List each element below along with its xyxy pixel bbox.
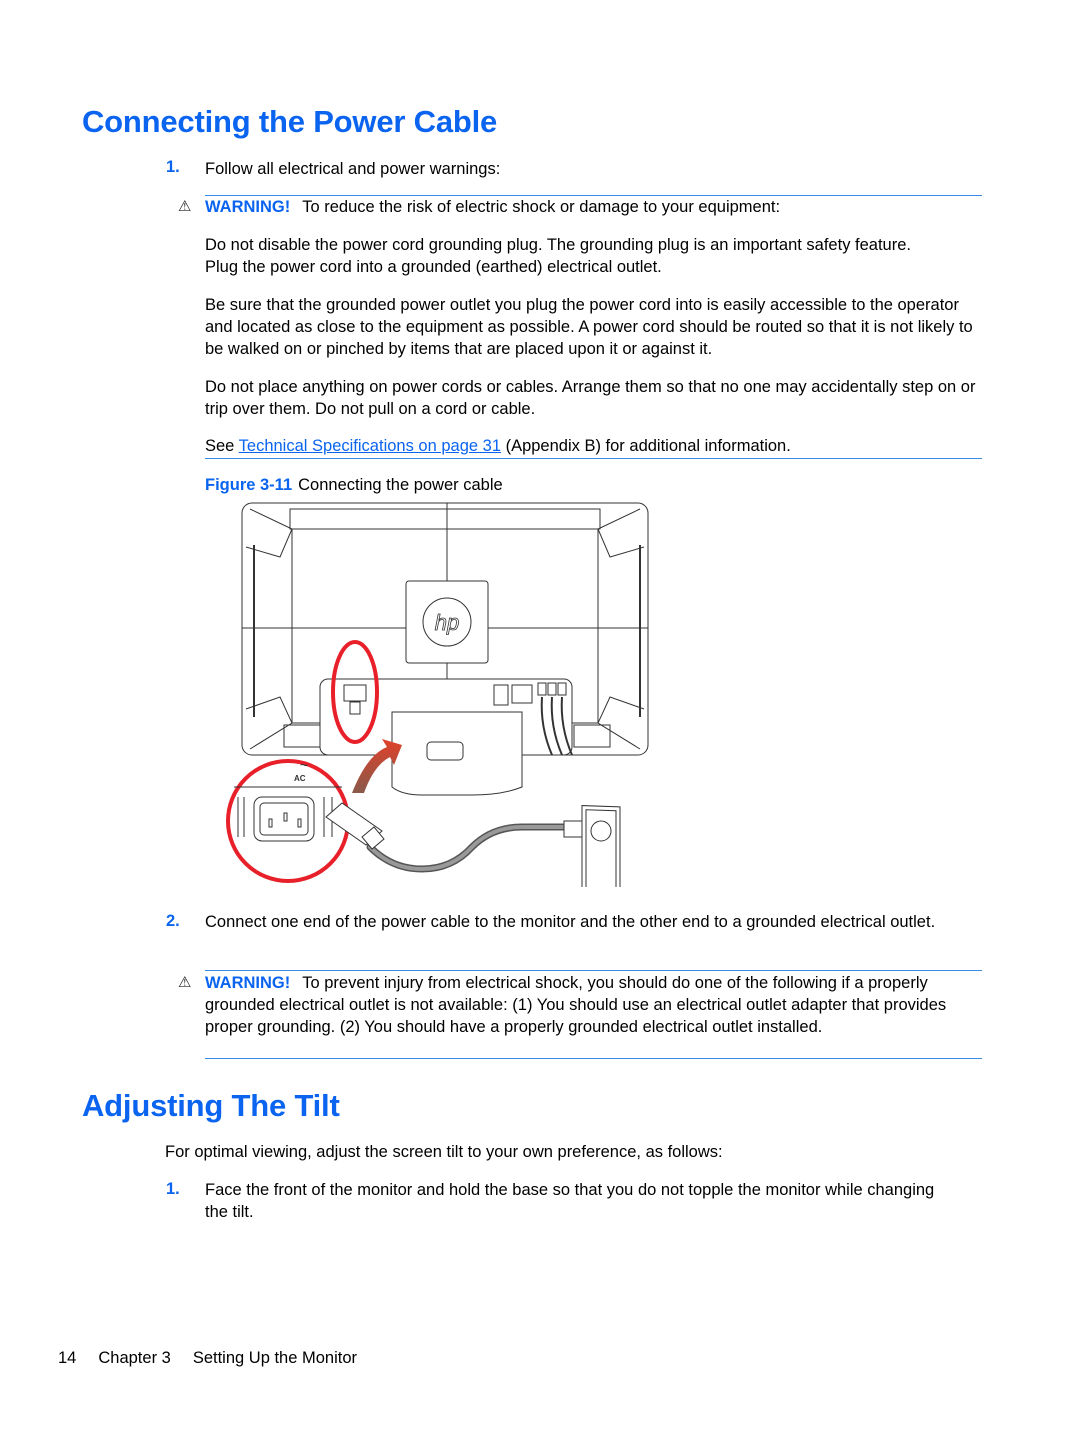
intro-text: For optimal viewing, adjust the screen t… (165, 1143, 723, 1161)
power-cable-figure: hp ~ AC (222, 497, 662, 896)
warning-paragraph: Be sure that the grounded power outlet y… (205, 296, 973, 358)
warning-top-rule (205, 970, 982, 971)
section-title-power-cable: Connecting the Power Cable (82, 104, 498, 139)
figure-caption-text: Connecting the power cable (298, 476, 503, 494)
chapter-label: Chapter 3 (98, 1349, 171, 1367)
warning-bottom-rule (205, 1058, 982, 1059)
top-vent (289, 508, 601, 530)
warning-triangle-icon: ⚠ (178, 974, 192, 991)
page-number: 14 (58, 1349, 77, 1367)
figure-label: Figure 3-11 (205, 476, 293, 494)
chapter-title: Setting Up the Monitor (192, 1349, 357, 1367)
warning-bottom-rule (205, 458, 982, 459)
section-title-adjusting-tilt: Adjusting The Tilt (82, 1088, 340, 1123)
step-number: 2. (166, 912, 180, 930)
step-text: Face the front of the monitor and hold t… (205, 1181, 935, 1221)
warning-text: WARNING! To prevent injury from electrica… (205, 972, 950, 1038)
warning-body: To prevent injury from electrical shock,… (205, 974, 947, 1036)
warning-heading: WARNING! To reduce the risk of electric s… (205, 196, 985, 218)
figure-caption: Figure 3-11 Connecting the power cable (205, 474, 985, 496)
see-also-text: See Technical Specifications on page 31 … (205, 435, 985, 457)
wall-outlet (563, 805, 621, 896)
warning-triangle-icon: ⚠ (178, 198, 192, 215)
step-number: 1. (166, 1180, 180, 1198)
step-number: 1. (166, 158, 180, 176)
see-suffix: (Appendix B) for additional information. (501, 437, 791, 455)
warning-label: WARNING! (205, 974, 291, 992)
warning-label: WARNING! (205, 198, 291, 216)
ac-label: AC (294, 774, 306, 783)
warning-paragraph: Do not disable the power cord grounding … (205, 236, 911, 276)
warning-intro: To reduce the risk of electric shock or … (302, 198, 781, 216)
hp-logo-text: hp (435, 610, 459, 635)
page-footer: 14 Chapter 3 Setting Up the Monitor (58, 1349, 379, 1368)
monitor-illustration: hp ~ AC (226, 502, 649, 896)
step-text: Follow all electrical and power warnings… (205, 160, 501, 178)
technical-specifications-link[interactable]: Technical Specifications on page 31 (239, 437, 501, 455)
step-text: Connect one end of the power cable to th… (205, 913, 936, 931)
magnified-callout-circle (226, 759, 350, 883)
warning-paragraph: Do not place anything on power cords or … (205, 378, 976, 418)
ac-symbol: ~ (300, 757, 308, 773)
see-prefix: See (205, 437, 239, 455)
